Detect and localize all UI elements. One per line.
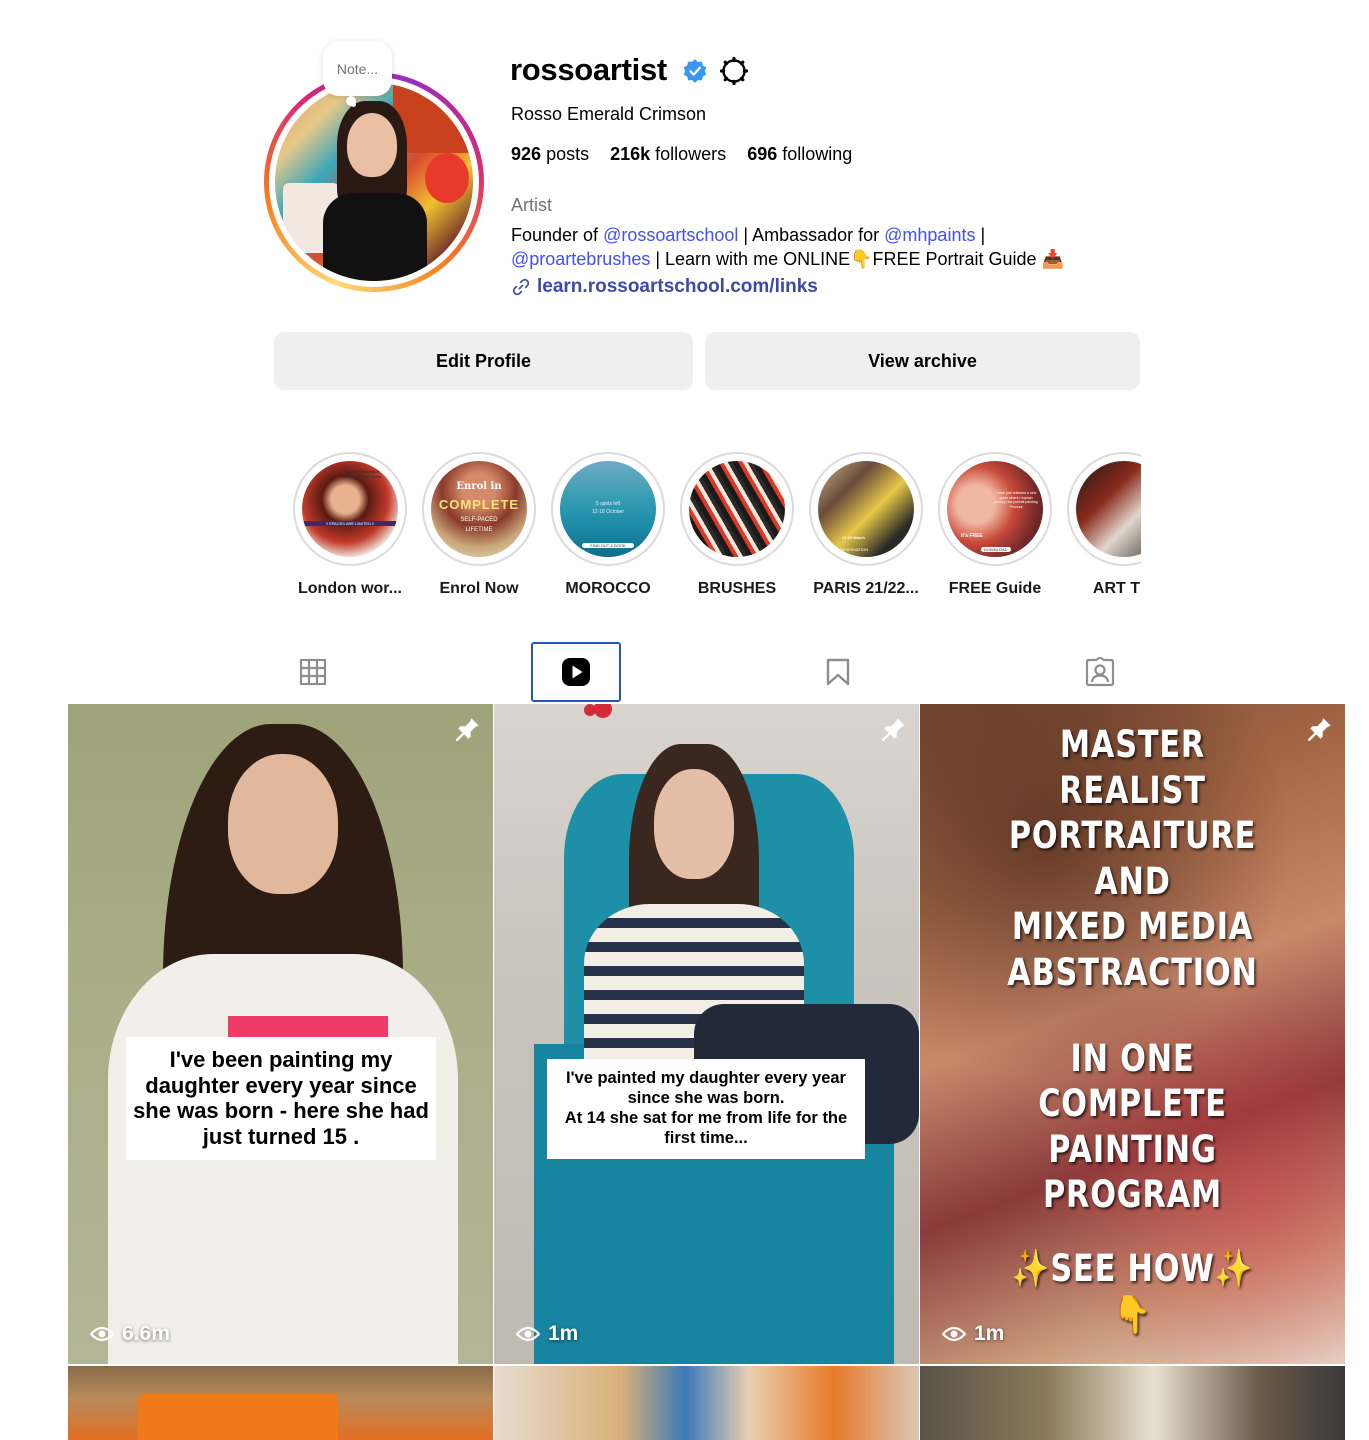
tab-tagged[interactable] <box>1055 642 1145 702</box>
eye-icon <box>90 1326 114 1342</box>
eye-icon <box>942 1326 966 1342</box>
pin-icon <box>455 718 479 742</box>
pin-icon <box>1307 718 1331 742</box>
reel-caption: I've painted my daughter every year sinc… <box>547 1059 865 1159</box>
pin-icon <box>881 718 905 742</box>
following-stat[interactable]: 696 following <box>747 144 852 165</box>
note-bubble-tail-small <box>351 102 356 107</box>
avatar <box>275 83 473 281</box>
verified-badge-icon <box>683 59 707 83</box>
highlight-item[interactable]: Sat, 19 September London Kings Cross !! … <box>292 452 408 598</box>
reel-view-count: 1m <box>942 1322 1004 1346</box>
posts-stat: 926 posts <box>511 144 590 164</box>
reel-tile[interactable] <box>68 1366 493 1440</box>
reels-grid: I've been painting my daughter every yea… <box>68 704 1345 1440</box>
grid-icon <box>299 658 327 686</box>
story-highlights: Sat, 19 September London Kings Cross !! … <box>292 452 1141 612</box>
reels-play-icon <box>562 658 590 686</box>
reel-tile[interactable]: I've painted my daughter every year sinc… <box>494 704 919 1364</box>
reel-poster-text: MASTER REALIST PORTRAITURE AND MIXED MED… <box>1007 723 1258 1336</box>
edit-profile-button[interactable]: Edit Profile <box>274 332 693 390</box>
mention-link[interactable]: @rossoartschool <box>603 225 738 245</box>
tab-posts-grid[interactable] <box>268 642 358 702</box>
tab-saved[interactable] <box>793 642 883 702</box>
view-archive-button[interactable]: View archive <box>705 332 1140 390</box>
mention-link[interactable]: @mhpaints <box>884 225 975 245</box>
profile-stats: 926 posts 216k followers 696 following <box>511 144 852 165</box>
profile-bio: Founder of @rossoartschool | Ambassador … <box>511 225 1064 269</box>
tab-reels[interactable] <box>531 642 621 702</box>
reel-view-count: 6.6m <box>90 1322 170 1346</box>
profile-avatar-ring[interactable] <box>264 72 484 292</box>
profile-full-name: Rosso Emerald Crimson <box>511 104 707 124</box>
followers-stat[interactable]: 216k followers <box>610 144 726 165</box>
highlight-item[interactable]: 21 22 March RESERVATION PARIS 21/22... <box>808 452 924 598</box>
highlight-item[interactable]: ART TIP <box>1066 452 1141 598</box>
reel-caption: I've been painting my daughter every yea… <box>126 1037 436 1160</box>
profile-username: rossoartist <box>510 52 667 87</box>
reel-tile[interactable] <box>494 1366 919 1440</box>
highlight-item[interactable]: I have just released a new guide where I… <box>937 452 1053 598</box>
highlight-item[interactable]: 5 spots left 12-18 October FIND OUT & BO… <box>550 452 666 598</box>
tagged-person-icon <box>1085 657 1115 687</box>
eye-icon <box>516 1326 540 1342</box>
reel-tile[interactable]: I've been painting my daughter every yea… <box>68 704 493 1364</box>
bookmark-icon <box>826 658 850 686</box>
mention-link[interactable]: @proartebrushes <box>511 249 650 269</box>
profile-website-link[interactable]: learn.rossoartschool.com/links <box>511 276 818 298</box>
reel-tile[interactable]: MASTER REALIST PORTRAITURE AND MIXED MED… <box>920 704 1345 1364</box>
reel-view-count: 1m <box>516 1322 578 1346</box>
link-icon <box>512 278 530 296</box>
gear-icon[interactable] <box>719 56 749 86</box>
note-bubble[interactable]: Note... <box>323 41 392 96</box>
highlight-item[interactable]: BRUSHES <box>679 452 795 598</box>
highlight-item[interactable]: Enrol in COMPLETE SELF-PACED LIFETIME En… <box>421 452 537 598</box>
reel-tile[interactable] <box>920 1366 1345 1440</box>
profile-category: Artist <box>511 195 553 215</box>
